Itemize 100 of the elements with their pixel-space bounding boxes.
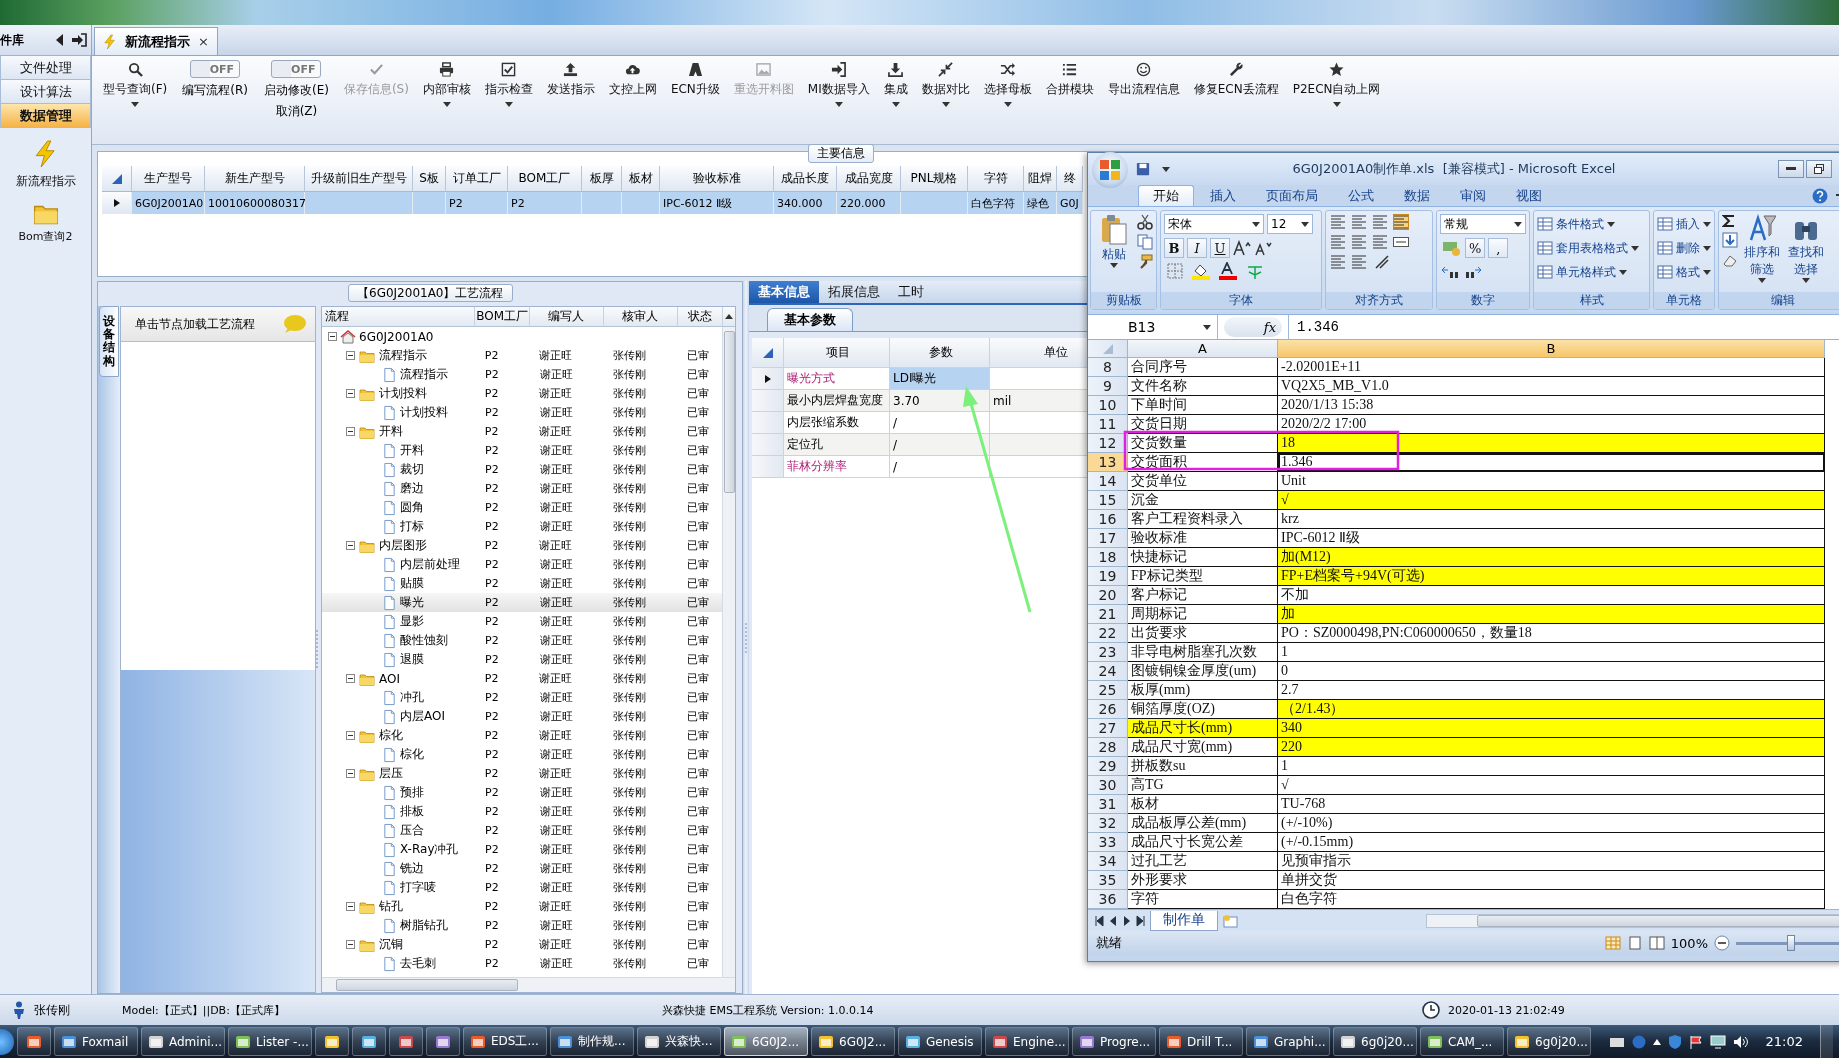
- tree-node-label[interactable]: 沉铜: [379, 936, 403, 953]
- taskbar-button[interactable]: CAM_...: [1420, 1027, 1504, 1056]
- taskbar-button[interactable]: Engine...: [985, 1027, 1069, 1056]
- shortcut[interactable]: Bom查询2: [0, 200, 91, 244]
- taskbar-button[interactable]: [17, 1027, 51, 1056]
- taskbar-button[interactable]: Admini...: [141, 1027, 225, 1056]
- tree-node-label[interactable]: 打标: [400, 518, 424, 535]
- font-style-button[interactable]: B: [1164, 238, 1184, 258]
- tree-node-label[interactable]: 6G0J2001A0: [359, 329, 434, 344]
- tree-node-label[interactable]: 内层图形: [379, 537, 427, 554]
- toolbar-button[interactable]: P2ECN自动上网: [1285, 56, 1388, 142]
- ribbon-command[interactable]: 套用表格格式: [1537, 238, 1639, 258]
- tree-node-label[interactable]: 开料: [379, 423, 403, 440]
- toolbar-button[interactable]: 修复ECN丢流程: [1186, 56, 1286, 142]
- taskbar-button[interactable]: 制作规...: [550, 1027, 634, 1056]
- ribbon-tab[interactable]: 插入: [1196, 185, 1250, 206]
- ribbon-tab[interactable]: 页面布局: [1252, 185, 1332, 206]
- font-style-button[interactable]: I: [1187, 238, 1207, 258]
- tree-node-label[interactable]: 内层AOI: [400, 708, 445, 725]
- tree-node-label[interactable]: 冲孔: [400, 689, 424, 706]
- tree-node-label[interactable]: 树脂钻孔: [400, 917, 448, 934]
- font-style-button[interactable]: U: [1210, 238, 1230, 258]
- taskbar-button[interactable]: 6G0J2...: [724, 1027, 808, 1056]
- ribbon-command[interactable]: 单元格样式: [1537, 262, 1639, 282]
- ribbon-command[interactable]: 格式: [1657, 262, 1711, 282]
- nav-item[interactable]: 设计算法: [0, 80, 91, 104]
- nav-item[interactable]: 数据管理: [0, 104, 91, 128]
- tab[interactable]: 工时: [889, 281, 933, 303]
- name-box[interactable]: B13: [1088, 315, 1218, 339]
- toolbar-button[interactable]: 内部审核: [415, 56, 478, 142]
- nav-item[interactable]: 文件处理: [0, 56, 91, 80]
- toolbar-button[interactable]: 型号查询(F): [96, 56, 175, 142]
- tree-node-label[interactable]: 打字唛: [400, 879, 436, 896]
- tree-node-label[interactable]: 压合: [400, 822, 424, 839]
- side-tab[interactable]: 设备结构: [99, 306, 119, 377]
- office-button[interactable]: [1092, 152, 1128, 188]
- tree-node-label[interactable]: 棕化: [379, 727, 403, 744]
- tree-node-label[interactable]: 开料: [400, 442, 424, 459]
- formula-field[interactable]: 1.346: [1288, 315, 1839, 339]
- font-name-field[interactable]: 宋体: [1164, 214, 1264, 234]
- taskbar-button[interactable]: 兴森快...: [637, 1027, 721, 1056]
- toolbar-button[interactable]: 选择母板: [976, 56, 1039, 142]
- tree-node-label[interactable]: 流程指示: [379, 347, 427, 364]
- tree-node-label[interactable]: 显影: [400, 613, 424, 630]
- tab[interactable]: 基本参数: [767, 308, 853, 331]
- tree-node-label[interactable]: 钻孔: [379, 898, 403, 915]
- toolbar-button[interactable]: 集成: [876, 56, 915, 142]
- tree-node-label[interactable]: 磨边: [400, 480, 424, 497]
- tree-node-label[interactable]: 贴膜: [400, 575, 424, 592]
- tree-node-label[interactable]: 流程指示: [400, 366, 448, 383]
- tree-node-label[interactable]: 层压: [379, 765, 403, 782]
- toolbar-button[interactable]: ECN升级: [663, 56, 727, 142]
- taskbar-button[interactable]: [426, 1027, 460, 1056]
- ribbon-command[interactable]: 插入: [1657, 214, 1711, 234]
- tree-node-label[interactable]: 酸性蚀刻: [400, 632, 448, 649]
- taskbar-button[interactable]: 6g0j20...: [1507, 1027, 1591, 1056]
- taskbar-button[interactable]: [352, 1027, 386, 1056]
- paste-button[interactable]: 粘贴: [1094, 214, 1133, 289]
- tree-node-label[interactable]: 曝光: [400, 594, 424, 611]
- tree-node-label[interactable]: 棕化: [400, 746, 424, 763]
- insert-function-button[interactable]: fx: [1224, 317, 1282, 337]
- tree-node-label[interactable]: 计划投料: [400, 404, 448, 421]
- sheet-tab[interactable]: 制作单: [1150, 910, 1218, 931]
- ribbon-command[interactable]: 条件格式: [1537, 214, 1639, 234]
- toolbar-button[interactable]: 数据对比: [914, 56, 977, 142]
- ribbon-tab[interactable]: 视图: [1502, 185, 1556, 206]
- tab[interactable]: 拓展信息: [819, 281, 889, 303]
- number-format-field[interactable]: 常规: [1440, 214, 1526, 234]
- taskbar-button[interactable]: 6G0J2...: [811, 1027, 895, 1056]
- ribbon-tab[interactable]: 开始: [1138, 185, 1194, 206]
- document-tab[interactable]: 新流程指示 ×: [94, 27, 218, 55]
- show-desktop-button[interactable]: [1820, 1025, 1833, 1058]
- taskbar-button[interactable]: Graphi...: [1246, 1027, 1330, 1056]
- tree-node-label[interactable]: 预排: [400, 784, 424, 801]
- taskbar-button[interactable]: Genesis: [898, 1027, 982, 1056]
- tree-node-label[interactable]: 计划投料: [379, 385, 427, 402]
- restore-button[interactable]: [1806, 160, 1832, 178]
- toolbar-button[interactable]: 指示检查: [477, 56, 540, 142]
- ribbon-command[interactable]: 排序和筛选: [1742, 214, 1782, 289]
- tree-node-label[interactable]: 圆角: [400, 499, 424, 516]
- taskbar-button[interactable]: Foxmail: [54, 1027, 138, 1056]
- toolbar-button[interactable]: 导出流程信息: [1100, 56, 1187, 142]
- ribbon-tab[interactable]: 审阅: [1446, 185, 1500, 206]
- shortcut[interactable]: 新流程指示: [0, 138, 91, 190]
- ribbon-tab[interactable]: 数据: [1390, 185, 1444, 206]
- zoom-slider-thumb[interactable]: [1787, 934, 1795, 951]
- ribbon-tab[interactable]: 公式: [1334, 185, 1388, 206]
- toolbar-button[interactable]: 文控上网: [601, 56, 664, 142]
- toolbar-button[interactable]: 发送指示: [539, 56, 602, 142]
- taskbar-button[interactable]: Lister -...: [228, 1027, 312, 1056]
- taskbar-button[interactable]: 6g0j20...: [1333, 1027, 1417, 1056]
- toggle-switch[interactable]: OFF: [271, 60, 322, 78]
- tree-node-label[interactable]: 去毛刺: [400, 955, 436, 972]
- taskbar-button[interactable]: [315, 1027, 349, 1056]
- taskbar-button[interactable]: [389, 1027, 423, 1056]
- tree-node-label[interactable]: 铣边: [400, 860, 424, 877]
- tree-node-label[interactable]: 裁切: [400, 461, 424, 478]
- taskbar-button[interactable]: Progre...: [1072, 1027, 1156, 1056]
- font-size-field[interactable]: 12: [1267, 214, 1313, 234]
- tree-node-label[interactable]: 排板: [400, 803, 424, 820]
